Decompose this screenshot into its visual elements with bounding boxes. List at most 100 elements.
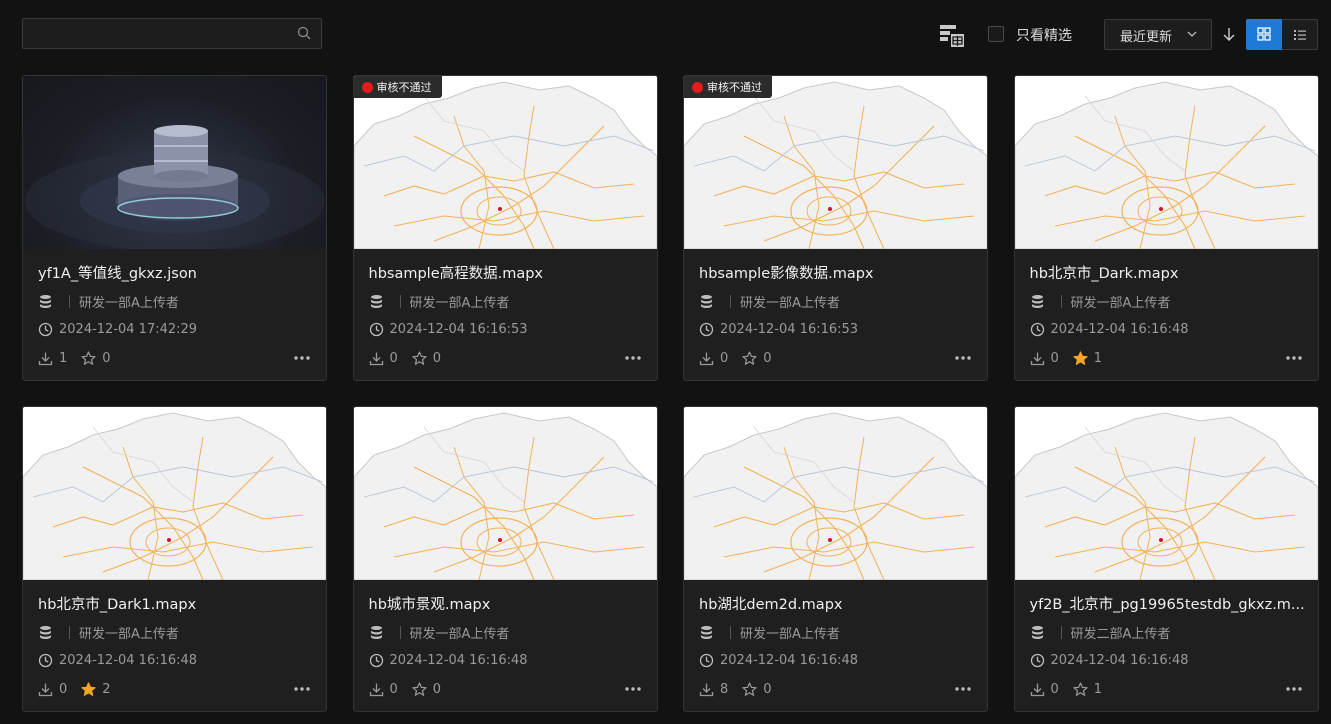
card-thumbnail[interactable]: [684, 407, 987, 580]
map-preview-image: [23, 412, 326, 580]
divider: [69, 626, 70, 639]
resource-card[interactable]: hb北京市_Dark.mapx 研发一部A上传者 2024-12-04 16:1…: [1013, 75, 1319, 381]
divider: [730, 295, 731, 308]
star-icon[interactable]: [81, 682, 96, 697]
star-count: 0: [763, 682, 772, 697]
card-date: 2024-12-04 16:16:48: [1050, 653, 1189, 668]
list-view-button[interactable]: [1282, 19, 1318, 50]
map-preview-image: [1014, 81, 1318, 249]
star-icon[interactable]: [81, 351, 96, 366]
star-count: 2: [102, 682, 111, 697]
card-owner: 研发一部A上传者: [79, 296, 179, 311]
review-failed-badge: 审核不通过: [353, 76, 442, 98]
star-stat[interactable]: 0: [742, 351, 772, 366]
card-thumbnail[interactable]: [23, 407, 326, 580]
card-date-row: 2024-12-04 16:16:48: [699, 653, 858, 668]
card-date: 2024-12-04 16:16:48: [389, 653, 528, 668]
more-options-icon[interactable]: [1285, 681, 1303, 697]
star-icon[interactable]: [742, 682, 757, 697]
star-stat[interactable]: 2: [81, 682, 111, 697]
star-icon[interactable]: [742, 351, 757, 366]
star-stat[interactable]: 0: [81, 351, 111, 366]
download-icon: [1030, 683, 1044, 697]
card-thumbnail[interactable]: [1014, 76, 1318, 249]
card-thumbnail[interactable]: [23, 76, 326, 249]
star-icon[interactable]: [1073, 351, 1088, 366]
star-stat[interactable]: 0: [412, 682, 441, 697]
card-stats-row: 8 0: [699, 682, 786, 697]
card-title[interactable]: hbsample影像数据.mapx: [699, 262, 979, 283]
sort-select[interactable]: 最近更新: [1104, 19, 1212, 50]
download-icon: [369, 352, 383, 366]
star-count: 0: [432, 351, 442, 366]
card-title[interactable]: hb北京市_Dark.mapx: [1030, 262, 1310, 283]
star-icon[interactable]: [412, 351, 427, 366]
star-stat[interactable]: 1: [1073, 351, 1102, 366]
card-date: 2024-12-04 16:16:48: [720, 653, 859, 668]
card-title[interactable]: hb北京市_Dark1.mapx: [38, 593, 318, 614]
card-thumbnail[interactable]: [353, 407, 657, 580]
download-stat: 0: [1030, 351, 1059, 366]
resource-card[interactable]: hb城市景观.mapx 研发一部A上传者 2024-12-04 16:16:48: [352, 406, 658, 712]
database-illustration-image: [25, 125, 325, 249]
card-title[interactable]: yf2B_北京市_pg19965testdb_gkxz.m...: [1030, 593, 1310, 614]
database-icon: [370, 626, 382, 639]
card-date: 2024-12-04 16:16:48: [59, 653, 198, 668]
download-icon: [699, 683, 714, 697]
download-icon: [38, 352, 53, 366]
resource-card[interactable]: hb湖北dem2d.mapx 研发一部A上传者 2024-12-04 16:16…: [683, 406, 988, 712]
card-title[interactable]: yf1A_等值线_gkxz.json: [38, 262, 318, 283]
card-title[interactable]: hb湖北dem2d.mapx: [699, 593, 979, 614]
download-stat: 0: [699, 351, 728, 366]
card-owner-row: 研发一部A上传者: [369, 292, 510, 311]
resource-card[interactable]: 审核不通过 hbsample高程数据.mapx 研发一部A上传者 2024-12…: [352, 75, 658, 381]
download-count: 0: [59, 682, 68, 697]
more-options-icon[interactable]: [293, 681, 311, 697]
card-owner: 研发一部A上传者: [1070, 296, 1171, 311]
sort-direction-icon[interactable]: [1221, 26, 1237, 42]
clock-icon: [38, 322, 53, 337]
star-count: 1: [1093, 351, 1103, 366]
resource-card[interactable]: yf2B_北京市_pg19965testdb_gkxz.m... 研发二部A上传…: [1013, 406, 1319, 712]
card-thumbnail[interactable]: [353, 76, 657, 249]
more-options-icon[interactable]: [1285, 350, 1303, 366]
more-options-icon[interactable]: [954, 350, 972, 366]
card-stats-row: 0 0: [699, 351, 786, 366]
featured-only-checkbox[interactable]: [988, 26, 1004, 42]
card-owner-row: 研发一部A上传者: [38, 623, 179, 642]
more-options-icon[interactable]: [954, 681, 972, 697]
search-input[interactable]: [23, 19, 293, 48]
download-count: 0: [389, 351, 398, 366]
more-options-icon[interactable]: [293, 350, 311, 366]
featured-only-label: 只看精选: [1016, 28, 1072, 44]
card-owner: 研发二部A上传者: [1070, 627, 1171, 642]
download-stat: 0: [1030, 682, 1059, 697]
card-owner: 研发一部A上传者: [409, 296, 510, 311]
star-icon[interactable]: [1073, 682, 1088, 697]
star-stat[interactable]: 0: [742, 682, 772, 697]
star-count: 1: [1093, 682, 1103, 697]
star-stat[interactable]: 0: [412, 351, 441, 366]
database-icon: [1031, 295, 1043, 308]
star-stat[interactable]: 1: [1073, 682, 1102, 697]
database-icon: [40, 626, 51, 639]
map-preview-image: [353, 81, 657, 249]
star-icon[interactable]: [412, 682, 427, 697]
more-options-icon[interactable]: [624, 681, 642, 697]
map-preview-image: [684, 81, 987, 249]
apply-icon[interactable]: [938, 22, 966, 50]
card-stats-row: 0 1: [1030, 351, 1117, 366]
card-thumbnail[interactable]: [1014, 407, 1318, 580]
search-box[interactable]: [22, 18, 322, 49]
grid-view-button[interactable]: [1246, 19, 1282, 50]
more-options-icon[interactable]: [624, 350, 642, 366]
card-thumbnail[interactable]: [684, 76, 987, 249]
resource-card[interactable]: hb北京市_Dark1.mapx 研发一部A上传者 2024-12-04 16:…: [22, 406, 327, 712]
card-title[interactable]: hb城市景观.mapx: [369, 593, 649, 614]
search-icon[interactable]: [297, 26, 311, 40]
resource-card[interactable]: yf1A_等值线_gkxz.json 研发一部A上传者 2024-12-04 1…: [22, 75, 327, 381]
download-count: 0: [1050, 682, 1059, 697]
card-date-row: 2024-12-04 16:16:48: [1030, 322, 1189, 337]
card-title[interactable]: hbsample高程数据.mapx: [369, 262, 649, 283]
resource-card[interactable]: 审核不通过 hbsample影像数据.mapx 研发一部A上传者 2024-12…: [683, 75, 988, 381]
